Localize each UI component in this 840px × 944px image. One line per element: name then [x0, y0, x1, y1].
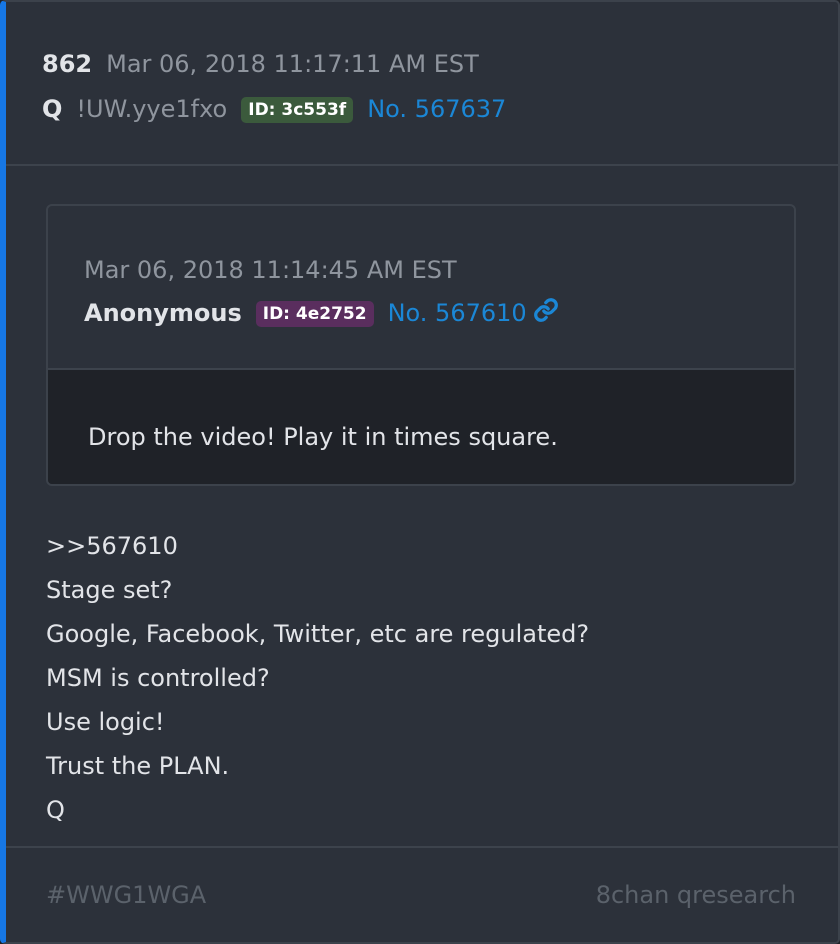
- body-line: Stage set?: [46, 576, 173, 604]
- post-meta-line: 862 Mar 06, 2018 11:17:11 AM EST: [42, 48, 479, 80]
- quoted-post-text: Drop the video! Play it in times square.: [88, 423, 558, 451]
- post-card: 862 Mar 06, 2018 11:17:11 AM EST Q !UW.yye…: [0, 0, 840, 944]
- body-line: Q: [46, 796, 65, 824]
- post-body: >>567610 Stage set? Google, Facebook, Tw…: [46, 524, 589, 832]
- quoted-post: Mar 06, 2018 11:14:45 AM EST Anonymous ID…: [46, 204, 796, 486]
- post-source: 8chan qresearch: [595, 881, 796, 909]
- post-number: 862: [42, 50, 93, 78]
- body-line: Google, Facebook, Twitter, etc are regul…: [46, 620, 590, 648]
- quoted-post-header: Mar 06, 2018 11:14:45 AM EST Anonymous ID…: [48, 206, 794, 370]
- reply-link[interactable]: >>567610: [46, 524, 589, 568]
- post-date: Mar 06, 2018 11:17:11 AM EST: [106, 50, 479, 78]
- quoted-author-name: Anonymous: [84, 299, 242, 327]
- body-line: Use logic!: [46, 708, 165, 736]
- quoted-id-badge[interactable]: ID: 4e2752: [255, 301, 374, 327]
- quoted-post-number: No. 567610: [387, 299, 527, 327]
- quoted-post-body: Drop the video! Play it in times square.: [48, 370, 794, 484]
- hashtag: #WWG1WGA: [46, 881, 207, 909]
- author-name: Q: [42, 95, 63, 123]
- quoted-post-date: Mar 06, 2018 11:14:45 AM EST: [84, 256, 457, 284]
- body-line: Trust the PLAN.: [46, 752, 230, 780]
- quoted-post-number-link[interactable]: No. 567610: [387, 297, 559, 327]
- post-author-line: Q !UW.yye1fxo ID: 3c553f No. 567637: [42, 92, 506, 126]
- quoted-post-author-line: Anonymous ID: 4e2752 No. 567610: [84, 296, 559, 330]
- post-number-link[interactable]: No. 567637: [367, 95, 506, 123]
- id-badge[interactable]: ID: 3c553f: [241, 97, 354, 123]
- post-footer: #WWG1WGA 8chan qresearch: [6, 846, 838, 942]
- post-header: 862 Mar 06, 2018 11:17:11 AM EST Q !UW.yye…: [6, 2, 838, 166]
- link-icon[interactable]: [533, 297, 559, 323]
- body-line: MSM is controlled?: [46, 664, 270, 692]
- tripcode: !UW.yye1fxo: [76, 95, 228, 123]
